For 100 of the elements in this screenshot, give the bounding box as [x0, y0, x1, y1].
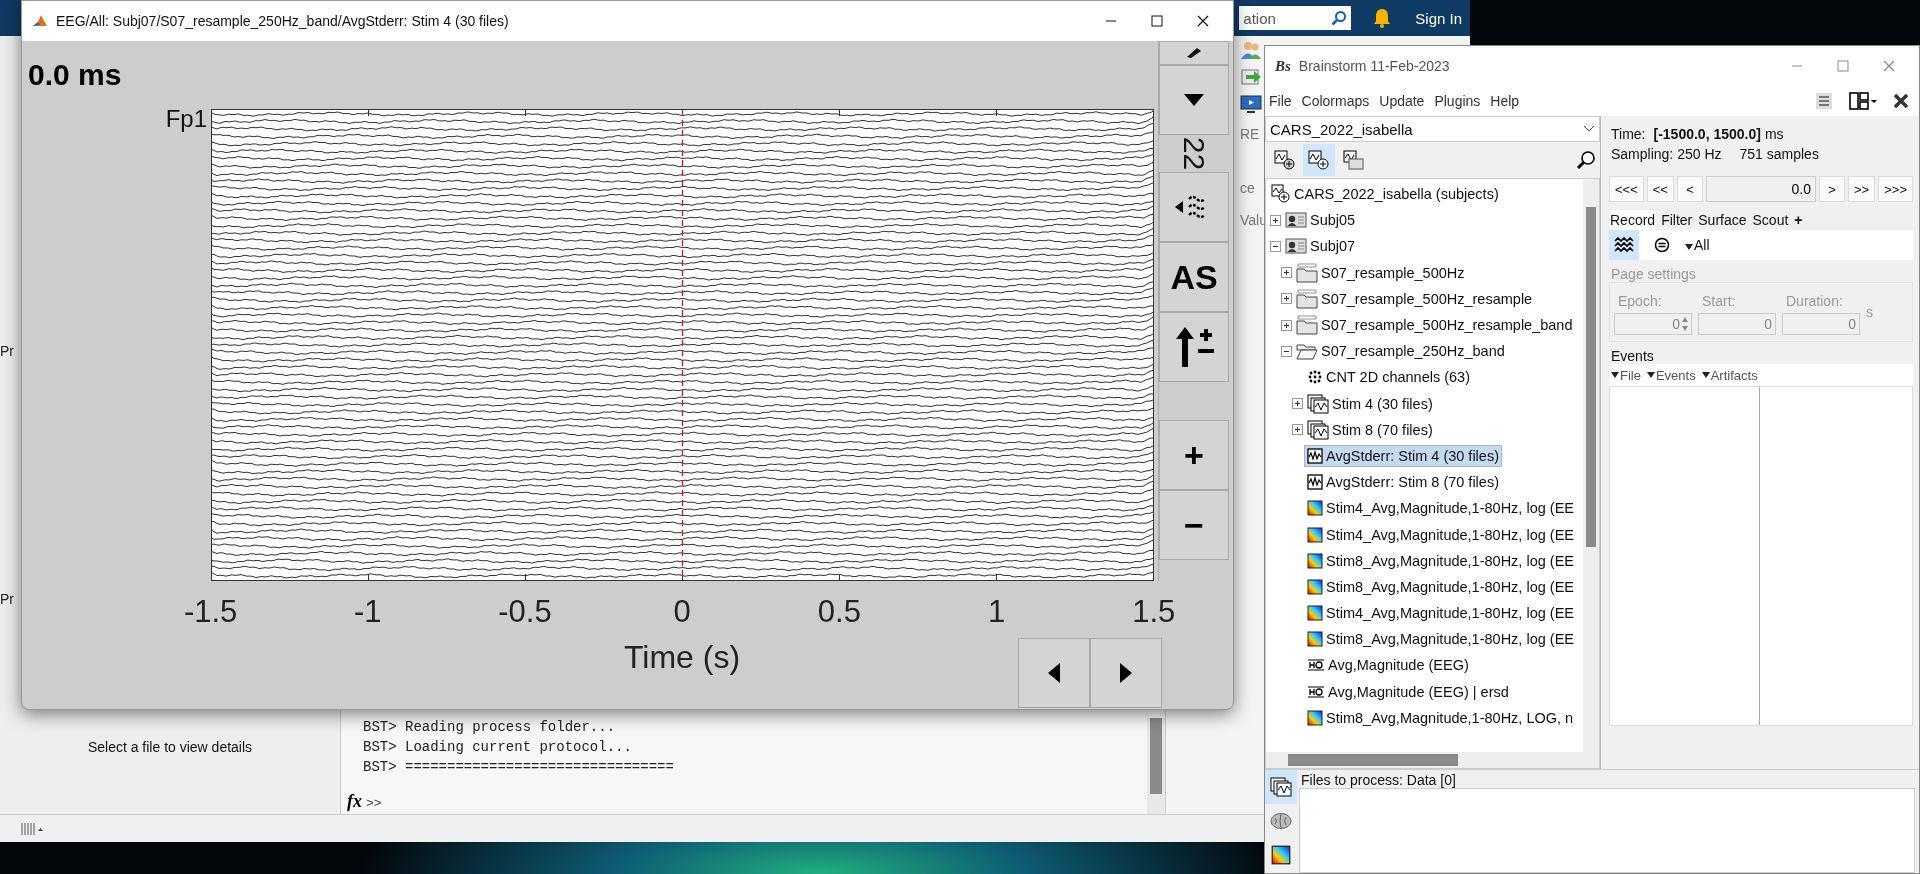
dropdown-button[interactable] [1159, 65, 1229, 135]
sign-in-link[interactable]: Sign In [1415, 9, 1462, 27]
tree-item[interactable]: CNT 2D channels (63) [1304, 366, 1473, 389]
tree-item[interactable]: Subj07 [1282, 235, 1359, 258]
users-icon [1240, 40, 1262, 60]
group-title: Page settings [1610, 266, 1697, 282]
expand-icon[interactable] [1281, 267, 1292, 279]
close-icon [1883, 60, 1895, 72]
tree-item[interactable]: Stim4_Avg,Magnitude,1-80Hz, log (EE [1304, 602, 1577, 625]
step-button[interactable]: << [1646, 176, 1674, 202]
toolstrip-label: RE [1240, 126, 1260, 142]
expand-icon[interactable] [1281, 293, 1292, 305]
search-icon [1576, 150, 1596, 170]
tree-item[interactable]: Stim8_Avg,Magnitude,1-80Hz, log (EE [1304, 549, 1577, 572]
view-toggle[interactable] [1303, 144, 1335, 176]
console-line: BST> Reading process folder... [362, 718, 617, 737]
field-label: Epoch: [1617, 292, 1663, 311]
toolbar-button[interactable]: AS [1159, 242, 1229, 312]
maximize-icon [1151, 15, 1163, 27]
collapse-icon[interactable] [1281, 345, 1292, 357]
toolbar-button[interactable]: − [1159, 490, 1229, 560]
menu-item[interactable]: Colormaps [1301, 93, 1370, 109]
step-button[interactable]: >>> [1878, 176, 1913, 202]
tree-item[interactable]: Stim8_Avg,Magnitude,1-80Hz, LOG, n [1304, 706, 1577, 729]
step-button[interactable]: >> [1848, 176, 1876, 202]
info-label: Time: [1611, 125, 1646, 144]
collapse-icon[interactable] [1270, 240, 1281, 252]
toolbar-button[interactable]: + [1159, 420, 1229, 490]
maximize-icon [1837, 60, 1849, 72]
menu-item[interactable]: Update [1379, 93, 1425, 109]
tab[interactable]: Scout [1751, 210, 1790, 230]
previous-button[interactable] [1018, 638, 1090, 708]
tree-item[interactable]: CARS_2022_isabella (subjects) [1268, 183, 1502, 206]
protocol-dropdown[interactable]: CARS_2022_isabella [1265, 116, 1600, 142]
events-menu[interactable]: File [1611, 367, 1641, 383]
gain-button[interactable] [1159, 312, 1229, 382]
next-button[interactable] [1090, 638, 1162, 708]
header-file-icon [1307, 684, 1325, 699]
time-field[interactable]: 0.0 [1705, 176, 1817, 202]
window-title: EEG/All: Subj07/S07_resample_250Hz_band/AvgStderr: Stim 4 (30 files) [56, 13, 510, 29]
search-icon [1331, 10, 1348, 26]
tree-item[interactable]: AvgStderr: Stim 4 (30 files) [1304, 444, 1502, 467]
menu-item[interactable]: Plugins [1434, 93, 1481, 109]
tree-item[interactable]: Avg,Magnitude (EEG) | ersd [1304, 680, 1512, 703]
filter-button[interactable] [1159, 172, 1229, 242]
command-prompt[interactable]: >> [366, 796, 382, 811]
tree-item[interactable]: Stim 8 (70 files) [1304, 418, 1436, 441]
subjects-icon [1274, 150, 1296, 170]
unit-label: ms [1764, 125, 1784, 144]
step-button[interactable]: < [1676, 176, 1703, 202]
heatmap-icon [1307, 578, 1323, 595]
expand-icon[interactable] [1292, 398, 1303, 410]
tab[interactable]: Record [1609, 210, 1657, 230]
details-hint: Select a file to view details [87, 739, 253, 755]
panel-title: Files to process: Data [0] [1300, 772, 1457, 788]
sample-count: 751 samples [1739, 145, 1819, 164]
tree-item[interactable]: Stim4_Avg,Magnitude,1-80Hz, log (EE [1304, 497, 1577, 520]
tree-item[interactable]: Stim 4 (30 files) [1304, 392, 1436, 415]
expand-icon[interactable] [1292, 424, 1303, 436]
field-label: Start: [1701, 292, 1737, 311]
events-menu[interactable]: Artifacts [1701, 367, 1758, 383]
axis-tick-label: -1.5 [182, 594, 239, 630]
step-button[interactable]: <<< [1609, 176, 1644, 202]
tree-item[interactable]: Stim8_Avg,Magnitude,1-80Hz, log (EE [1304, 628, 1577, 651]
tree-item[interactable]: Stim4_Avg,Magnitude,1-80Hz, log (EE [1304, 523, 1577, 546]
menu-item[interactable]: File [1269, 93, 1292, 109]
toolbar-button[interactable] [1159, 41, 1229, 65]
scrollbar[interactable] [1147, 718, 1165, 814]
record-tool-button[interactable] [1609, 230, 1639, 260]
process-tab[interactable] [1265, 770, 1297, 804]
events-menu[interactable]: Events [1646, 367, 1696, 383]
caret-icon [1685, 244, 1693, 250]
tab[interactable]: Surface [1697, 210, 1748, 230]
tree-item[interactable]: Avg,Magnitude (EEG) [1304, 654, 1472, 677]
expand-icon[interactable] [1281, 319, 1292, 331]
open-folder-icon [1296, 342, 1318, 361]
tree-item[interactable]: S07_resample_500Hz [1293, 261, 1468, 284]
tree-item[interactable]: AvgStderr: Stim 8 (70 files) [1304, 471, 1502, 494]
waves-icon [1614, 237, 1634, 253]
channels-icon [1307, 369, 1323, 386]
expand-icon[interactable] [1270, 214, 1281, 226]
scrollbar[interactable] [1266, 752, 1599, 768]
unit-label: s [1866, 304, 1873, 320]
step-button[interactable]: > [1819, 176, 1846, 202]
rotated-label: 22 [1177, 135, 1212, 173]
app-logo: Bs [1275, 57, 1291, 75]
menu-item[interactable]: Help [1490, 93, 1520, 109]
tree-item[interactable]: S07_resample_250Hz_band [1293, 340, 1508, 363]
function-symbol: fx [347, 791, 362, 812]
montage-dropdown[interactable]: All [1685, 237, 1710, 253]
scrollbar[interactable] [1583, 179, 1599, 752]
add-tab-button[interactable]: + [1793, 210, 1804, 230]
waveform-icon [1307, 474, 1323, 491]
tab[interactable]: Filter [1660, 210, 1694, 230]
tree-item[interactable]: Subj05 [1282, 209, 1359, 232]
caret-icon [1701, 372, 1710, 378]
tree-item[interactable]: Stim8_Avg,Magnitude,1-80Hz, log (EE [1304, 575, 1577, 598]
tree-item[interactable]: S07_resample_500Hz_resample [1293, 287, 1536, 310]
search-field[interactable]: ation [1239, 6, 1352, 30]
tree-item[interactable]: S07_resample_500Hz_resample_band [1293, 314, 1576, 337]
